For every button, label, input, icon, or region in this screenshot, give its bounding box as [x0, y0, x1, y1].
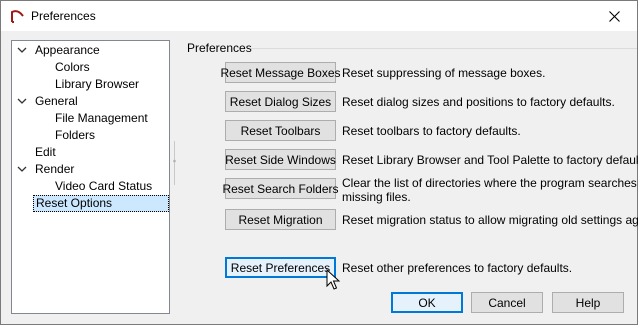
reset-dialog-sizes-description: Reset dialog sizes and positions to fact… — [342, 95, 615, 109]
reset-toolbars-button[interactable]: Reset Toolbars — [225, 120, 336, 141]
tree-item-label: File Management — [55, 111, 148, 125]
tree-item-label: Edit — [35, 145, 56, 159]
mouse-pointer-icon — [326, 269, 340, 290]
reset-preferences-description: Reset other preferences to factory defau… — [342, 261, 573, 275]
group-divider — [251, 48, 637, 49]
tree-item-colors[interactable]: Colors — [12, 59, 167, 76]
close-button[interactable] — [591, 1, 637, 31]
tree-item-edit[interactable]: Edit — [12, 144, 167, 161]
tree-item-label: General — [35, 94, 78, 108]
reset-preferences-button[interactable]: Reset Preferences — [225, 257, 336, 278]
tree-item-label: Reset Options — [33, 195, 169, 212]
reset-message-boxes-description: Reset suppressing of message boxes. — [342, 66, 546, 80]
ok-button[interactable]: OK — [391, 292, 463, 313]
reset-migration-description: Reset migration status to allow migratin… — [342, 213, 638, 227]
reset-migration-button[interactable]: Reset Migration — [225, 209, 336, 230]
reset-dialog-sizes-button[interactable]: Reset Dialog Sizes — [225, 91, 336, 112]
cancel-button[interactable]: Cancel — [471, 292, 543, 313]
reset-search-folders-description: Clear the list of directories where the … — [342, 176, 638, 190]
reset-message-boxes-button[interactable]: Reset Message Boxes — [220, 62, 341, 83]
reset-toolbars-description: Reset toolbars to factory defaults. — [342, 124, 521, 138]
tree-item-video-card-status[interactable]: Video Card Status — [12, 178, 167, 195]
tree-item-file-management[interactable]: File Management — [12, 110, 167, 127]
chevron-down-icon — [17, 166, 27, 172]
title-bar: Preferences — [1, 1, 637, 31]
tree-item-reset-options[interactable]: Reset Options — [12, 195, 169, 212]
tree-item-general[interactable]: General — [12, 93, 167, 110]
help-button[interactable]: Help — [552, 292, 624, 313]
chevron-down-icon — [17, 98, 27, 104]
close-icon — [608, 10, 620, 22]
tree-item-label: Colors — [55, 60, 90, 74]
tree-item-label: Appearance — [35, 43, 100, 57]
reset-search-folders-button[interactable]: Reset Search Folders — [222, 178, 339, 199]
tree-item-label: Render — [35, 162, 75, 176]
tree-item-label: Library Browser — [55, 77, 140, 91]
reset-side-windows-button[interactable]: Reset Side Windows — [225, 149, 336, 170]
window-title: Preferences — [31, 9, 96, 23]
reset-side-windows-description: Reset Library Browser and Tool Palette t… — [342, 153, 638, 167]
chevron-down-icon — [17, 47, 27, 53]
app-icon — [11, 10, 24, 23]
category-tree[interactable]: Appearance Colors Library Browser Genera… — [11, 40, 170, 314]
tree-item-label: Video Card Status — [55, 179, 153, 193]
tree-item-library-browser[interactable]: Library Browser — [12, 76, 167, 93]
group-title: Preferences — [187, 41, 252, 55]
splitter-grip-icon[interactable] — [173, 141, 176, 185]
tree-item-render[interactable]: Render — [12, 161, 167, 178]
reset-search-folders-description-line2: missing files. — [342, 190, 411, 204]
tree-item-label: Folders — [55, 128, 96, 142]
tree-item-appearance[interactable]: Appearance — [12, 42, 167, 59]
tree-item-folders[interactable]: Folders — [12, 127, 167, 144]
preferences-dialog: Preferences Appearance Colors Library Br… — [0, 0, 638, 325]
